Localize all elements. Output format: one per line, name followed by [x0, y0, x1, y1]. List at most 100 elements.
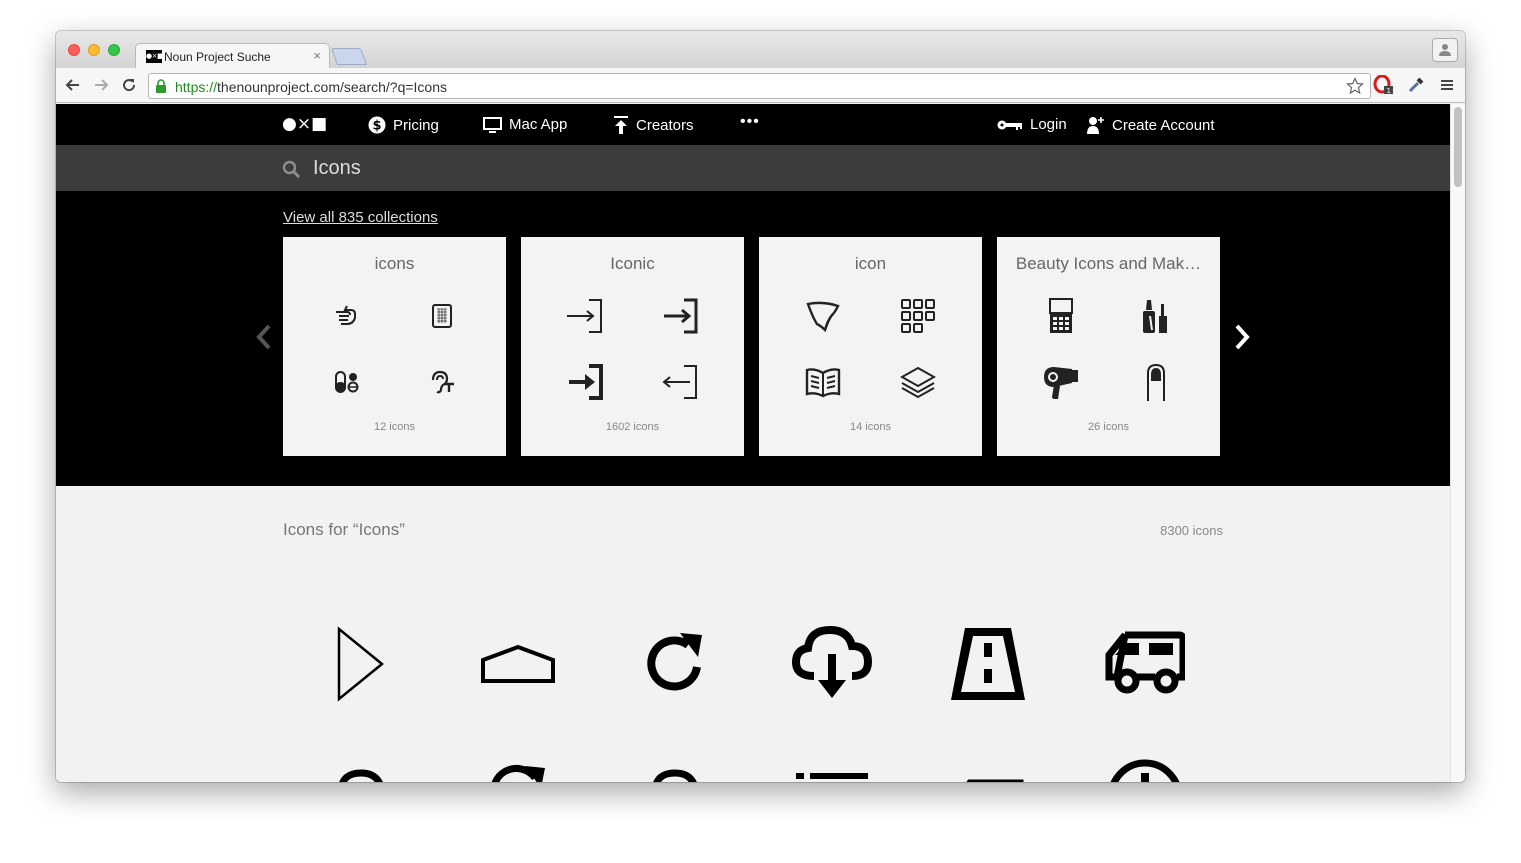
svg-text:$: $	[372, 119, 381, 134]
browser-window: ●×■ Noun Project Suche × https://thenoun…	[56, 31, 1465, 782]
list-icon[interactable]	[787, 748, 877, 782]
browser-tab[interactable]: ●×■ Noun Project Suche ×	[135, 43, 330, 69]
collection-icon-count: 1602 icons	[605, 421, 660, 433]
tab-strip: ●×■ Noun Project Suche ×	[56, 31, 1465, 69]
collection-card[interactable]: Beauty Icons and Mak… 26 icons	[997, 237, 1220, 456]
carousel-prev-arrow-icon[interactable]	[256, 323, 272, 351]
carousel-next-arrow-icon[interactable]	[1234, 323, 1250, 351]
nav-login-label: Login	[1030, 116, 1067, 133]
person-icon	[1439, 44, 1451, 56]
hearing-icon	[420, 360, 464, 404]
back-button[interactable]	[63, 75, 83, 95]
collection-icon-count: 14 icons	[850, 421, 891, 433]
play-outline-icon[interactable]	[316, 619, 406, 709]
collection-title: Iconic	[610, 254, 655, 273]
layers-icon	[896, 360, 940, 404]
truck-icon[interactable]	[1100, 619, 1190, 709]
results-section: Icons for “Icons” 8300 icons	[56, 486, 1450, 782]
scrollbar-thumb[interactable]	[1454, 107, 1462, 187]
new-tab-button[interactable]	[330, 48, 368, 65]
pointing-hand-icon	[325, 294, 369, 338]
top-navigation: ●×■ $ Pricing Mac App Creators ••• Login…	[56, 104, 1450, 145]
hamburger-menu-icon	[1441, 80, 1453, 90]
forward-arrow-icon	[95, 79, 109, 91]
tab-title: Noun Project Suche	[164, 50, 271, 64]
reload-button[interactable]	[119, 75, 139, 95]
noun-project-logo[interactable]: ●×■	[282, 114, 327, 134]
chrome-menu-button[interactable]	[1435, 74, 1459, 96]
close-window-button[interactable]	[68, 44, 80, 56]
zoom-window-button[interactable]	[108, 44, 120, 56]
search-input[interactable]: Icons	[313, 157, 361, 180]
dollar-icon: $	[368, 116, 386, 134]
tablet-icon	[420, 294, 464, 338]
road-icon[interactable]	[943, 619, 1033, 709]
minimize-window-button[interactable]	[88, 44, 100, 56]
nav-login[interactable]: Login	[997, 116, 1067, 133]
nav-mac-app-label: Mac App	[509, 116, 568, 133]
login-arrow-icon	[658, 294, 702, 338]
pills-icon	[325, 360, 369, 404]
refresh-icon[interactable]	[473, 748, 563, 782]
road-icon[interactable]	[943, 748, 1033, 782]
cloud-icon[interactable]	[316, 748, 406, 782]
nail-icon	[1134, 360, 1178, 404]
results-count: 8300 icons	[1160, 523, 1223, 538]
web-page: ●×■ $ Pricing Mac App Creators ••• Login…	[56, 104, 1450, 782]
nav-create-account-label: Create Account	[1112, 116, 1215, 134]
eyedropper-extension-button[interactable]	[1404, 74, 1428, 96]
nav-more-button[interactable]: •••	[740, 113, 760, 131]
home-outline-icon[interactable]	[473, 619, 563, 709]
nail-polish-icon	[1134, 294, 1178, 338]
browser-toolbar: https://thenounproject.com/search/?q=Ico…	[56, 68, 1465, 103]
clock-icon[interactable]	[1100, 748, 1190, 782]
refresh-icon[interactable]	[630, 619, 720, 709]
nav-pricing-label: Pricing	[393, 116, 439, 134]
address-bar[interactable]: https://thenounproject.com/search/?q=Ico…	[148, 73, 1371, 99]
nav-creators[interactable]: Creators	[613, 116, 694, 134]
collection-card[interactable]: icons 12 icons	[283, 237, 506, 456]
search-bar[interactable]: Icons	[56, 145, 1450, 191]
cloud-icon[interactable]	[630, 748, 720, 782]
view-all-collections-link[interactable]: View all 835 collections	[283, 209, 438, 226]
upload-icon	[614, 116, 628, 134]
results-title: Icons for “Icons”	[283, 520, 405, 539]
collection-card[interactable]: icon 14 icons	[759, 237, 982, 456]
nav-mac-app[interactable]: Mac App	[483, 116, 567, 133]
nav-pricing[interactable]: $ Pricing	[368, 116, 439, 134]
add-user-icon	[1087, 117, 1104, 134]
opera-extension-button[interactable]: 1	[1372, 74, 1396, 96]
opera-icon: 1	[1373, 75, 1393, 95]
nav-creators-label: Creators	[636, 116, 694, 134]
collection-title: icon	[854, 254, 887, 273]
eyedropper-icon	[1408, 77, 1424, 93]
profile-button[interactable]	[1432, 38, 1458, 62]
search-icon	[282, 160, 301, 179]
monitor-icon	[483, 116, 502, 133]
compact-icon	[1039, 294, 1083, 338]
nav-create-account[interactable]: Create Account	[1087, 116, 1215, 134]
forward-button[interactable]	[91, 75, 111, 95]
collection-icon-count: 26 icons	[1088, 421, 1129, 433]
login-arrow-bold-icon	[563, 360, 607, 404]
back-arrow-icon	[65, 79, 79, 91]
collections-section: View all 835 collections icons 12 icons …	[56, 191, 1450, 486]
reload-icon	[123, 79, 136, 92]
page-scrollbar[interactable]	[1450, 104, 1465, 782]
svg-text:1: 1	[1387, 87, 1391, 95]
open-book-icon	[801, 360, 845, 404]
collection-icon-count: 12 icons	[374, 421, 415, 433]
collection-title: icons	[374, 254, 415, 273]
grid-icon	[896, 294, 940, 338]
collection-card[interactable]: Iconic 1602 icons	[521, 237, 744, 456]
key-icon	[997, 120, 1022, 130]
tab-close-icon[interactable]: ×	[313, 48, 321, 63]
shield-shape-icon	[801, 294, 845, 338]
hair-dryer-icon	[1039, 360, 1083, 404]
url-text: https://thenounproject.com/search/?q=Ico…	[175, 79, 448, 95]
logout-arrow-icon	[658, 360, 702, 404]
bookmark-star-icon[interactable]	[1346, 77, 1364, 95]
favicon-icon: ●×■	[146, 50, 164, 63]
collection-title: Beauty Icons and Mak…	[1015, 254, 1202, 273]
cloud-download-icon[interactable]	[787, 619, 877, 709]
